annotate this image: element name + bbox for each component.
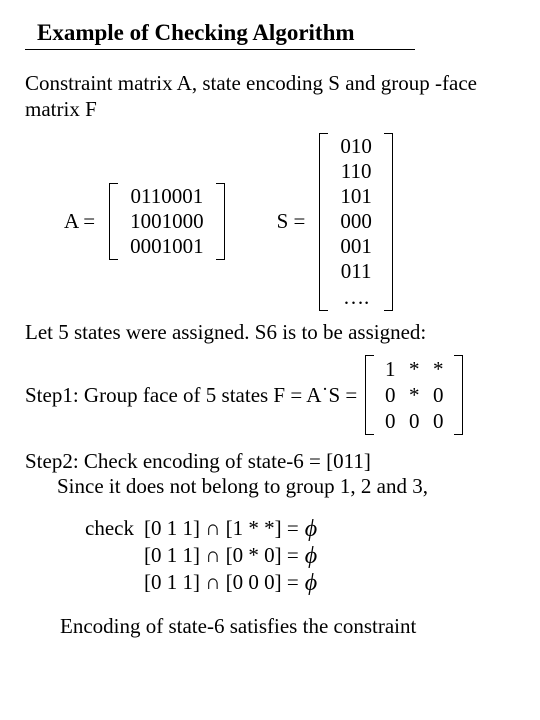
conclusion: Encoding of state-6 satisfies the constr… (60, 614, 515, 639)
f-02: * (433, 357, 444, 382)
check-row-2: [0 1 1] ∩ [0 0 0] = ϕ (144, 569, 317, 596)
check-word: check (85, 516, 134, 541)
let-line: Let 5 states were assigned. S6 is to be … (25, 319, 515, 345)
matrix-a-r2: 0001001 (130, 234, 204, 259)
f-11: * (409, 383, 420, 408)
bracket-right (216, 183, 225, 261)
check-row-0: [0 1 1] ∩ [1 * *] = ϕ (144, 515, 317, 542)
matrix-s-r5: 011 (341, 259, 372, 284)
matrix-s-label: S = (277, 209, 306, 234)
step2-line1: Step2: Check encoding of state-6 = [011] (25, 449, 515, 474)
phi-icon: ϕ (305, 514, 317, 544)
matrix-s-values: 010 110 101 000 001 011 …. (336, 133, 376, 311)
matrix-a-values: 0110001 1001000 0001001 (126, 183, 208, 261)
bracket-right (454, 355, 463, 435)
matrix-s-r0: 010 (340, 134, 372, 159)
matrix-s-r2: 101 (340, 184, 372, 209)
f-01: * (409, 357, 420, 382)
page-title: Example of Checking Algorithm (25, 20, 415, 50)
matrix-s-r1: 110 (341, 159, 372, 184)
f-10: 0 (385, 383, 396, 408)
phi-icon: ϕ (305, 541, 317, 571)
check-block: check [0 1 1] ∩ [1 * *] = ϕ [0 1 1] ∩ [0… (85, 515, 515, 596)
bracket-left (109, 183, 118, 261)
matrix-a: 0110001 1001000 0001001 (109, 183, 225, 261)
matrix-a-r0: 0110001 (130, 184, 203, 209)
matrix-s-r6: …. (343, 285, 369, 310)
phi-icon: ϕ (305, 568, 317, 598)
f-21: 0 (409, 409, 420, 434)
check-lhs-1: [0 1 1] ∩ [0 * 0] = (144, 542, 299, 568)
matrix-s-r3: 000 (340, 209, 372, 234)
matrix-a-label: A = (64, 209, 95, 234)
f-00: 1 (385, 357, 396, 382)
check-lhs-0: [0 1 1] ∩ [1 * *] = (144, 515, 299, 541)
f-12: 0 (433, 383, 444, 408)
bracket-right (384, 133, 393, 311)
check-rows: [0 1 1] ∩ [1 * *] = ϕ [0 1 1] ∩ [0 * 0] … (144, 515, 317, 596)
matrix-a-r1: 1001000 (130, 209, 204, 234)
intro-text: Constraint matrix A, state encoding S an… (25, 70, 515, 123)
matrix-f: 1 * * 0 * 0 0 0 0 (365, 355, 463, 435)
bracket-left (319, 133, 328, 311)
matrix-s: 010 110 101 000 001 011 …. (319, 133, 393, 311)
matrix-f-grid: 1 * * 0 * 0 0 0 0 (374, 355, 454, 435)
f-22: 0 (433, 409, 444, 434)
matrix-s-r4: 001 (340, 234, 372, 259)
step1-text: Step1: Group face of 5 states F = A˙S = (25, 383, 357, 408)
check-row-1: [0 1 1] ∩ [0 * 0] = ϕ (144, 542, 317, 569)
step2-line2: Since it does not belong to group 1, 2 a… (57, 474, 515, 499)
bracket-left (365, 355, 374, 435)
matrices-row: A = 0110001 1001000 0001001 S = 010 110 … (60, 133, 515, 311)
f-20: 0 (385, 409, 396, 434)
check-lhs-2: [0 1 1] ∩ [0 0 0] = (144, 569, 299, 595)
step1-line: Step1: Group face of 5 states F = A˙S = … (25, 355, 515, 435)
step2-block: Step2: Check encoding of state-6 = [011]… (25, 449, 515, 499)
